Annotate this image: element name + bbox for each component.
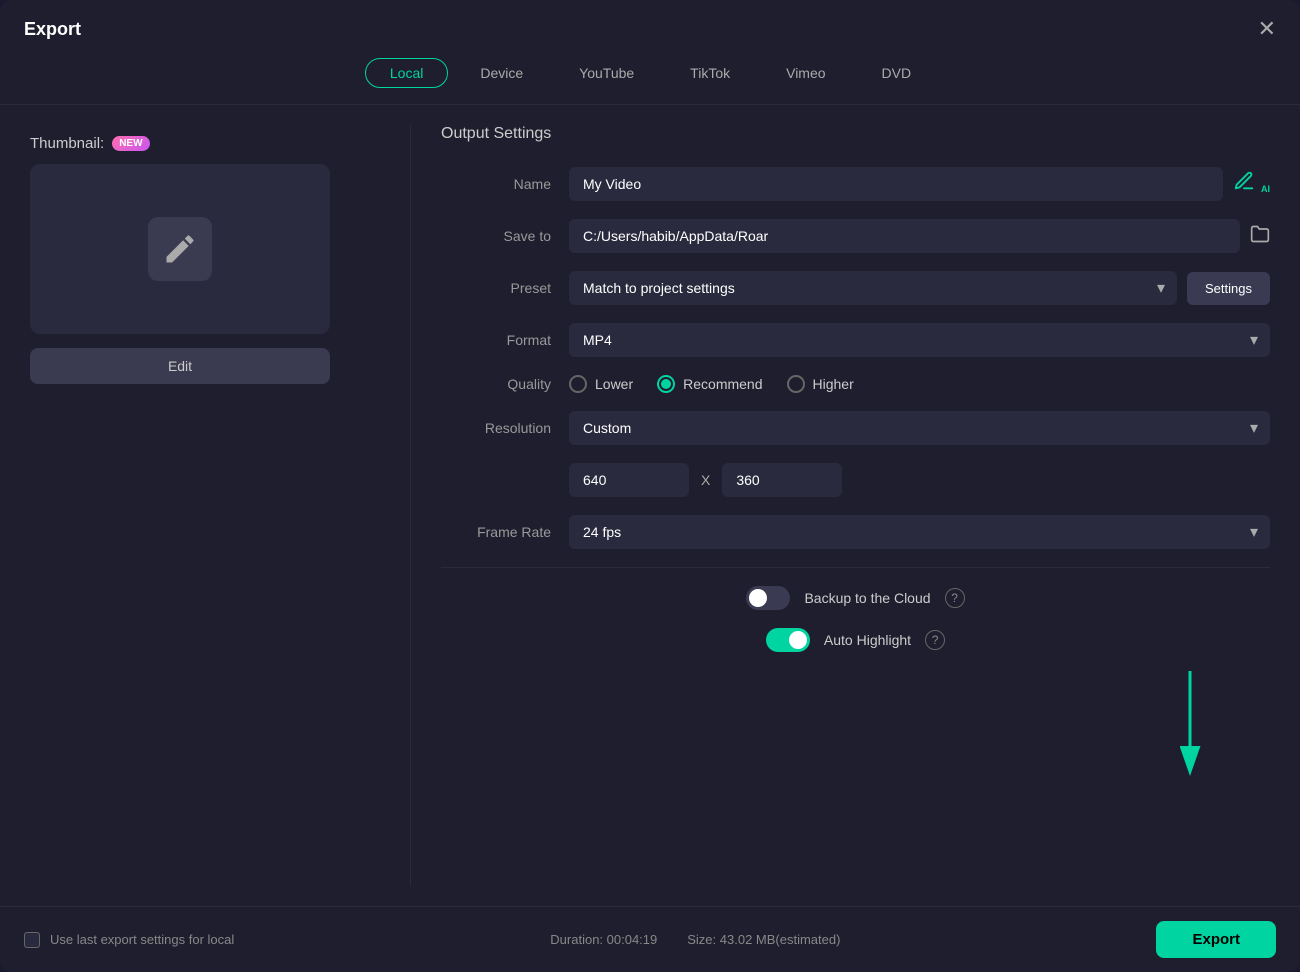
quality-recommend-radio-inner (661, 379, 671, 389)
resolution-label: Resolution (441, 420, 551, 436)
edit-button[interactable]: Edit (30, 348, 330, 384)
export-dialog: Export ✕ Local Device YouTube TikTok Vim… (0, 0, 1300, 972)
format-select-wrapper: MP4 ▾ (569, 323, 1270, 357)
quality-label: Quality (441, 376, 551, 392)
bottom-bar: Use last export settings for local Durat… (0, 906, 1300, 972)
content-area: Thumbnail: NEW Edit Output Settings Name (0, 105, 1300, 906)
frame-rate-row: Frame Rate 24 fps ▾ (441, 515, 1270, 549)
auto-highlight-label: Auto Highlight (824, 632, 911, 648)
quality-recommend-radio[interactable] (657, 375, 675, 393)
close-button[interactable]: ✕ (1258, 18, 1276, 40)
format-label: Format (441, 332, 551, 348)
auto-highlight-toggle[interactable] (766, 628, 810, 652)
auto-highlight-knob (789, 631, 807, 649)
use-last-label: Use last export settings for local (50, 932, 234, 947)
backup-cloud-row: Backup to the Cloud ? (441, 586, 1270, 610)
quality-lower-label: Lower (595, 376, 633, 392)
folder-icon[interactable] (1250, 224, 1270, 249)
duration-info: Duration: 00:04:19 (550, 932, 657, 947)
frame-rate-select[interactable]: 24 fps (569, 515, 1270, 549)
resolution-row: Resolution Custom ▾ (441, 411, 1270, 445)
output-settings-title: Output Settings (441, 125, 1270, 143)
backup-cloud-help-icon[interactable]: ? (945, 588, 965, 608)
backup-cloud-knob (749, 589, 767, 607)
frame-rate-select-wrapper: 24 fps ▾ (569, 515, 1270, 549)
tab-device[interactable]: Device (456, 58, 547, 88)
bottom-info: Duration: 00:04:19 Size: 43.02 MB(estima… (550, 932, 840, 947)
tab-vimeo[interactable]: Vimeo (762, 58, 849, 88)
auto-highlight-help-icon[interactable]: ? (925, 630, 945, 650)
width-input[interactable] (569, 463, 689, 497)
right-panel: Output Settings Name AI Save to (421, 125, 1300, 886)
tabs-bar: Local Device YouTube TikTok Vimeo DVD (0, 50, 1300, 105)
height-input[interactable] (722, 463, 842, 497)
resolution-select-wrapper: Custom ▾ (569, 411, 1270, 445)
quality-higher-radio[interactable] (787, 375, 805, 393)
quality-row: Quality Lower Recommend (441, 375, 1270, 393)
resolution-select[interactable]: Custom (569, 411, 1270, 445)
dialog-title: Export (24, 19, 81, 40)
export-button[interactable]: Export (1156, 921, 1276, 958)
edit-pencil-icon (162, 231, 198, 267)
format-row: Format MP4 ▾ (441, 323, 1270, 357)
arrow-indicator (1180, 661, 1240, 786)
resolution-inputs-row: X (441, 463, 1270, 497)
thumbnail-preview (30, 164, 330, 334)
preset-select-wrapper: Match to project settings ▾ (569, 271, 1177, 305)
use-last-settings: Use last export settings for local (24, 932, 234, 948)
preset-row: Preset Match to project settings ▾ Setti… (441, 271, 1270, 305)
settings-button[interactable]: Settings (1187, 272, 1270, 305)
tab-tiktok[interactable]: TikTok (666, 58, 754, 88)
vertical-divider (410, 125, 411, 886)
quality-recommend-label: Recommend (683, 376, 762, 392)
save-to-input[interactable] (569, 219, 1240, 253)
backup-cloud-toggle[interactable] (746, 586, 790, 610)
quality-lower-option[interactable]: Lower (569, 375, 633, 393)
tab-local[interactable]: Local (365, 58, 448, 88)
use-last-checkbox[interactable] (24, 932, 40, 948)
name-label: Name (441, 176, 551, 192)
ai-icon[interactable]: AI (1233, 170, 1270, 198)
separator (441, 567, 1270, 568)
tab-youtube[interactable]: YouTube (555, 58, 658, 88)
auto-highlight-row: Auto Highlight ? (441, 628, 1270, 652)
name-row: Name AI (441, 167, 1270, 201)
size-info: Size: 43.02 MB(estimated) (687, 932, 840, 947)
left-panel: Thumbnail: NEW Edit (0, 125, 400, 886)
quality-higher-label: Higher (813, 376, 854, 392)
thumbnail-label-row: Thumbnail: NEW (30, 135, 150, 152)
thumbnail-icon-box (148, 217, 212, 281)
x-separator: X (701, 472, 710, 488)
quality-higher-option[interactable]: Higher (787, 375, 854, 393)
preset-label: Preset (441, 280, 551, 296)
quality-recommend-option[interactable]: Recommend (657, 375, 762, 393)
preset-select[interactable]: Match to project settings (569, 271, 1177, 305)
new-badge: NEW (112, 136, 149, 151)
tab-dvd[interactable]: DVD (858, 58, 936, 88)
format-select[interactable]: MP4 (569, 323, 1270, 357)
save-to-label: Save to (441, 228, 551, 244)
quality-lower-radio[interactable] (569, 375, 587, 393)
thumbnail-label-text: Thumbnail: (30, 135, 104, 152)
save-to-row: Save to (441, 219, 1270, 253)
backup-cloud-label: Backup to the Cloud (804, 590, 930, 606)
title-bar: Export ✕ (0, 0, 1300, 50)
quality-options: Lower Recommend Higher (569, 375, 854, 393)
name-input[interactable] (569, 167, 1223, 201)
frame-rate-label: Frame Rate (441, 524, 551, 540)
